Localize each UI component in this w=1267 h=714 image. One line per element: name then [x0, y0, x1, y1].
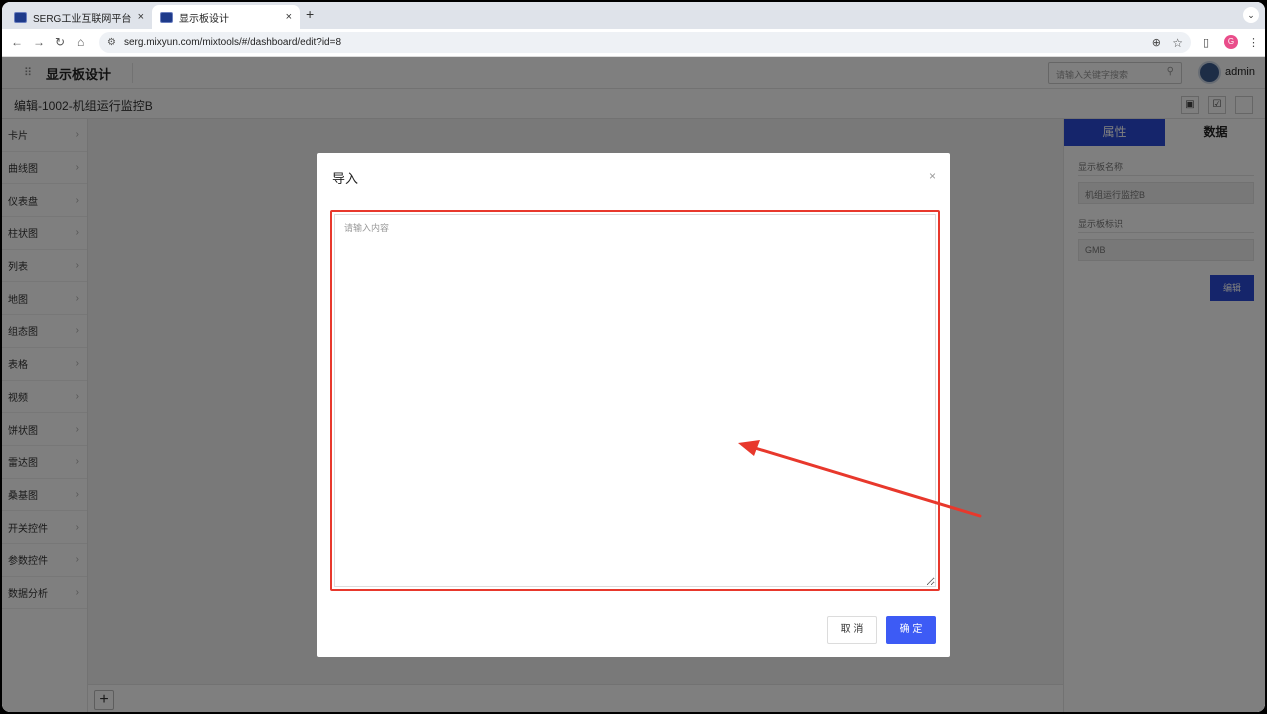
favicon-icon: [14, 11, 27, 23]
favicon-icon: [160, 11, 173, 23]
close-icon[interactable]: ×: [929, 169, 936, 183]
zoom-icon[interactable]: ⊕: [1152, 36, 1161, 49]
new-tab-button[interactable]: +: [306, 6, 314, 22]
address-bar: ← → ↻ ⌂ ⚙ serg.mixyun.com/mixtools/#/das…: [2, 29, 1265, 57]
tab-title: 显示板设计: [179, 13, 229, 25]
browser-tab-dashboard-design[interactable]: 显示板设计 ×: [152, 5, 300, 29]
back-icon[interactable]: ←: [11, 35, 23, 49]
profile-avatar[interactable]: G: [1224, 35, 1238, 49]
highlight-box: [330, 210, 940, 591]
confirm-button[interactable]: 确 定: [886, 616, 936, 644]
browser-tab-serg[interactable]: SERG工业互联网平台 ×: [6, 5, 152, 29]
cancel-button[interactable]: 取 消: [827, 616, 877, 644]
reload-icon[interactable]: ↻: [55, 35, 65, 49]
site-info-icon[interactable]: ⚙: [107, 37, 116, 48]
home-icon[interactable]: ⌂: [77, 35, 84, 49]
browser-window: SERG工业互联网平台 × 显示板设计 × + ⌄ ← → ↻ ⌂ ⚙ serg…: [2, 2, 1265, 712]
url-text: serg.mixyun.com/mixtools/#/dashboard/edi…: [123, 37, 342, 48]
bookmark-star-icon[interactable]: ☆: [1172, 36, 1183, 50]
browser-menu-icon[interactable]: ⋮: [1248, 36, 1259, 49]
tab-title: SERG工业互联网平台: [33, 13, 132, 25]
browser-tab-bar: SERG工业互联网平台 × 显示板设计 × + ⌄: [2, 2, 1265, 29]
tab-search-icon[interactable]: ⌄: [1243, 7, 1259, 23]
forward-icon[interactable]: →: [33, 35, 45, 49]
side-panel-icon[interactable]: ▯: [1203, 36, 1209, 49]
dialog-title: 导入: [332, 171, 359, 186]
import-dialog: 导入 × 取 消 确 定: [317, 153, 950, 657]
import-content-textarea[interactable]: [334, 214, 936, 587]
tab-close-icon[interactable]: ×: [138, 11, 144, 23]
url-field[interactable]: ⚙ serg.mixyun.com/mixtools/#/dashboard/e…: [99, 32, 1191, 53]
tab-close-icon[interactable]: ×: [286, 11, 292, 23]
